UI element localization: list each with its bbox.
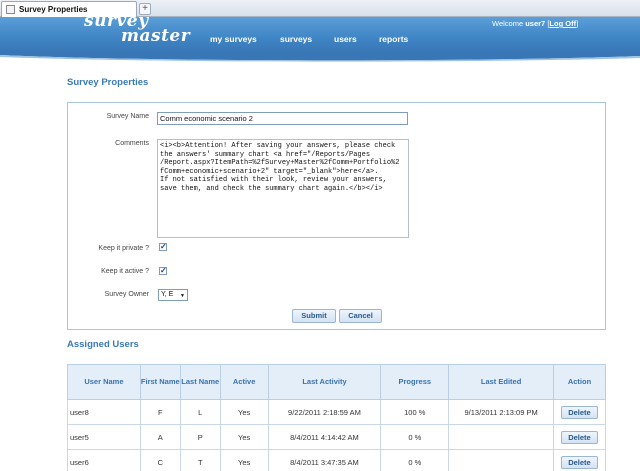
cell-first-name: A bbox=[139, 424, 181, 450]
cell-last-edited bbox=[448, 424, 554, 450]
delete-button[interactable]: Delete bbox=[560, 430, 598, 444]
welcome-text: Welcome bbox=[492, 19, 524, 28]
survey-properties-panel: Survey Name Comm economic scenario 2 Com… bbox=[67, 102, 606, 330]
table-row: user5 A P Yes 8/4/2011 4:14:42 AM 0 % De… bbox=[67, 424, 607, 450]
cell-last-edited: 9/13/2011 2:13:09 PM bbox=[448, 399, 554, 425]
table-header-row: User Name First Name Last Name Active La… bbox=[67, 364, 607, 400]
cell-user-name: user6 bbox=[67, 449, 141, 471]
cell-first-name: F bbox=[139, 399, 181, 425]
nav-reports[interactable]: reports bbox=[379, 34, 408, 44]
keep-private-checkbox[interactable]: ✓ bbox=[159, 243, 167, 251]
page-title: Survey Properties bbox=[67, 77, 149, 88]
survey-owner-label: Survey Owner bbox=[104, 291, 149, 298]
column-header: Action bbox=[552, 364, 607, 400]
survey-master-logo[interactable]: survey master bbox=[84, 13, 191, 46]
page-icon bbox=[6, 5, 15, 14]
cell-action: Delete bbox=[552, 449, 607, 471]
cell-action: Delete bbox=[552, 424, 607, 450]
table-row: user6 C T Yes 8/4/2011 3:47:35 AM 0 % De… bbox=[67, 449, 607, 471]
comments-textarea[interactable]: <i><b>Attention! After saving your answe… bbox=[157, 139, 409, 238]
cell-last-name: L bbox=[179, 399, 221, 425]
bracket-close: ] bbox=[576, 19, 579, 28]
nav-my-surveys[interactable]: my surveys bbox=[210, 34, 257, 44]
cell-user-name: user8 bbox=[67, 399, 141, 425]
survey-name-label: Survey Name bbox=[106, 113, 149, 120]
assigned-users-table: User Name First Name Last Name Active La… bbox=[67, 364, 607, 471]
column-header[interactable]: First Name bbox=[139, 364, 181, 400]
cancel-button[interactable]: Cancel bbox=[339, 309, 382, 323]
cell-last-edited bbox=[448, 449, 554, 471]
cell-action: Delete bbox=[552, 399, 607, 425]
header-wave bbox=[0, 53, 640, 62]
logo-line-2: master bbox=[121, 26, 191, 46]
survey-owner-select[interactable]: Y, E ▼ bbox=[158, 289, 188, 301]
cell-last-activity: 8/4/2011 3:47:35 AM bbox=[267, 449, 382, 471]
cell-last-name: P bbox=[179, 424, 221, 450]
cell-active: Yes bbox=[219, 449, 269, 471]
delete-button[interactable]: Delete bbox=[560, 455, 598, 469]
column-header[interactable]: User Name bbox=[67, 364, 141, 400]
keep-private-label: Keep it private ? bbox=[98, 245, 149, 252]
keep-active-checkbox[interactable]: ✓ bbox=[159, 267, 167, 275]
delete-button[interactable]: Delete bbox=[560, 405, 598, 419]
nav-surveys[interactable]: surveys bbox=[280, 34, 312, 44]
cell-last-name: T bbox=[179, 449, 221, 471]
cell-user-name: user5 bbox=[67, 424, 141, 450]
browser-tab-title: Survey Properties bbox=[19, 5, 88, 14]
column-header[interactable]: Progress bbox=[380, 364, 450, 400]
cell-progress: 100 % bbox=[380, 399, 450, 425]
cell-active: Yes bbox=[219, 399, 269, 425]
column-header[interactable]: Last Name bbox=[179, 364, 221, 400]
submit-button[interactable]: Submit bbox=[292, 309, 336, 323]
username: user7 bbox=[525, 19, 546, 28]
check-mark-icon: ✓ bbox=[160, 242, 167, 251]
cell-progress: 0 % bbox=[380, 449, 450, 471]
survey-owner-value: Y, E bbox=[161, 291, 174, 298]
cell-first-name: C bbox=[139, 449, 181, 471]
cell-active: Yes bbox=[219, 424, 269, 450]
cell-last-activity: 8/4/2011 4:14:42 AM bbox=[267, 424, 382, 450]
table-row: user8 F L Yes 9/22/2011 2:18:59 AM 100 %… bbox=[67, 399, 607, 425]
welcome-bar: Welcome user7 [Log Off] bbox=[492, 19, 578, 28]
column-header[interactable]: Last Activity bbox=[267, 364, 382, 400]
cell-last-activity: 9/22/2011 2:18:59 AM bbox=[267, 399, 382, 425]
nav-users[interactable]: users bbox=[334, 34, 357, 44]
keep-active-label: Keep it active ? bbox=[101, 268, 149, 275]
assigned-users-title: Assigned Users bbox=[67, 339, 139, 350]
column-header[interactable]: Active bbox=[219, 364, 269, 400]
check-mark-icon: ✓ bbox=[160, 266, 167, 275]
logoff-link[interactable]: Log Off bbox=[549, 19, 576, 28]
chevron-down-icon: ▼ bbox=[180, 293, 185, 299]
survey-name-input[interactable]: Comm economic scenario 2 bbox=[157, 112, 408, 125]
cell-progress: 0 % bbox=[380, 424, 450, 450]
comments-label: Comments bbox=[115, 140, 149, 147]
column-header[interactable]: Last Edited bbox=[448, 364, 554, 400]
